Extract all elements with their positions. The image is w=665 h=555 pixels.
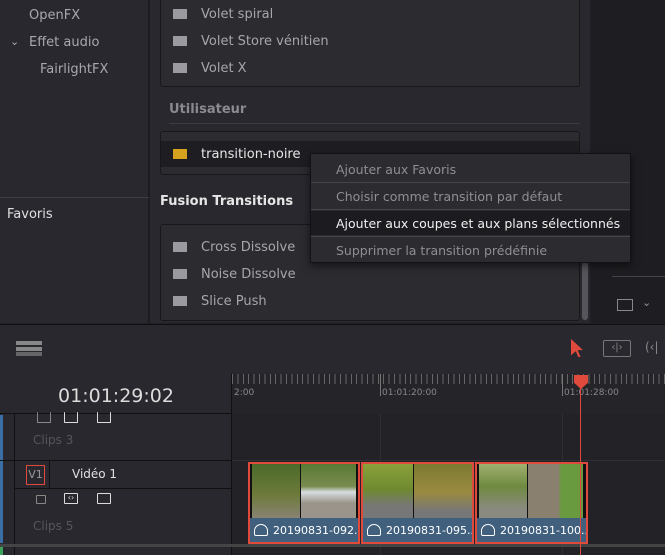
speed-icon (367, 524, 381, 536)
transition-label: Noise Dissolve (201, 266, 296, 282)
speed-icon (481, 524, 495, 536)
auto-select-icon[interactable]: ‹› (64, 493, 78, 504)
clip-thumbnail (252, 464, 300, 520)
lock-icon[interactable] (37, 412, 51, 423)
sidebar-item-fairlightfx[interactable]: FairlightFX (40, 62, 108, 77)
transition-item[interactable]: Volet X (161, 55, 579, 81)
transition-label: Volet Store vénitien (201, 33, 329, 49)
divider (0, 460, 232, 461)
transform-icon[interactable] (617, 299, 633, 311)
transition-group: Volet spiral Volet Store vénitien Volet … (160, 0, 580, 87)
sidebar-item-openfx[interactable]: OpenFX (29, 8, 80, 23)
clip-thumbnail (528, 464, 583, 520)
transition-item[interactable]: Noise Dissolve (161, 261, 579, 287)
track-name[interactable]: Vidéo 1 (72, 467, 117, 481)
clip-thumbnail (479, 464, 527, 520)
divider (14, 488, 232, 489)
effects-sidebar: OpenFX ⌄ Effet audio FairlightFX Favoris (0, 0, 149, 323)
track-id-v1[interactable]: V1 (26, 465, 45, 485)
ruler-ticks (232, 374, 665, 384)
transition-label: Volet spiral (201, 6, 274, 22)
clip-thumbnail (301, 464, 356, 520)
transition-icon (173, 269, 187, 279)
menu-item-add-to-selected[interactable]: Ajouter aux coupes et aux plans sélectio… (311, 211, 630, 235)
clip-name: 20190831-100... (500, 523, 586, 537)
divider (612, 276, 665, 277)
chevron-down-icon[interactable]: ⌄ (10, 35, 19, 48)
speed-icon (254, 524, 268, 536)
auto-select-icon[interactable] (64, 412, 78, 423)
track-clips-count: Clips 3 (33, 433, 74, 447)
blade-edit-icon[interactable]: (‹| (645, 340, 659, 354)
context-menu: Ajouter aux Favoris Choisir comme transi… (310, 153, 631, 263)
ruler-major-tick (562, 374, 563, 396)
clip-name: 20190831-092... (273, 523, 358, 537)
divider (232, 544, 665, 547)
transition-label: Volet X (201, 60, 247, 76)
transition-icon (173, 149, 187, 159)
track-headers: 01:01:29:02 Clips 3 V1 Vidéo 1 ‹› Clips … (0, 374, 232, 555)
timeline-clip[interactable]: 20190831-095... (361, 462, 474, 544)
transition-label: Cross Dissolve (201, 239, 296, 255)
menu-separator (311, 209, 630, 210)
transition-icon (173, 9, 187, 19)
transition-icon (173, 36, 187, 46)
divider (14, 414, 15, 555)
clip-thumbnail (414, 464, 472, 520)
timeline-clip[interactable]: 20190831-092... (248, 462, 360, 544)
transition-icon (173, 63, 187, 73)
divider (49, 461, 50, 488)
timeline-toolbar: ‹|› (‹| (0, 324, 665, 374)
menu-item-add-favorites[interactable]: Ajouter aux Favoris (311, 156, 630, 182)
sidebar-item-effet-audio[interactable]: Effet audio (29, 35, 99, 50)
transition-item[interactable]: Slice Push (161, 288, 579, 314)
ruler-major-tick (380, 374, 381, 396)
fusion-header: Fusion Transitions (160, 194, 294, 209)
timeline-ruler[interactable]: 2:00 01:01:20:00 01:01:28:00 (232, 374, 665, 414)
timecode-display: 01:01:29:02 (0, 374, 232, 414)
track-enable-icon[interactable] (97, 412, 111, 423)
timeline-view-icon[interactable] (16, 341, 42, 356)
user-header: Utilisateur (169, 102, 247, 117)
playhead[interactable] (580, 376, 581, 555)
track-clips-count: Clips 5 (33, 519, 74, 533)
divider (232, 460, 665, 461)
chevron-down-icon[interactable]: ⌄ (642, 296, 651, 309)
scrollbar[interactable] (582, 262, 588, 320)
track-color-bar (0, 415, 3, 543)
menu-item-delete-preset[interactable]: Supprimer la transition prédéfinie (311, 237, 630, 263)
transition-icon (173, 296, 187, 306)
clip-thumbnail (363, 464, 413, 520)
trim-tool-icon[interactable]: ‹|› (603, 340, 631, 357)
transition-item[interactable]: Volet Store vénitien (161, 28, 579, 54)
clip-label: 20190831-095... (363, 518, 472, 542)
ruler-label: 2:00 (234, 388, 255, 398)
lock-icon[interactable] (36, 495, 46, 504)
timeline-clip[interactable]: 20190831-100... (475, 462, 588, 544)
clip-name: 20190831-095... (386, 523, 472, 537)
transition-label: transition-noire (201, 146, 301, 162)
transition-label: Slice Push (201, 293, 267, 309)
favorites-header[interactable]: Favoris (7, 207, 53, 222)
selection-arrow-icon[interactable] (571, 339, 583, 357)
clip-label: 20190831-100... (477, 518, 586, 542)
menu-item-set-default[interactable]: Choisir comme transition par défaut (311, 183, 630, 209)
divider (0, 197, 149, 198)
transition-item[interactable]: Volet spiral (161, 1, 579, 27)
track-enable-icon[interactable] (97, 493, 111, 504)
transition-icon (173, 242, 187, 252)
clip-label: 20190831-092... (250, 518, 358, 542)
audio-track-color-bar (0, 547, 3, 555)
divider (169, 123, 580, 124)
ruler-label: 01:01:20:00 (382, 388, 437, 398)
ruler-label: 01:01:28:00 (564, 388, 619, 398)
divider (0, 544, 232, 547)
